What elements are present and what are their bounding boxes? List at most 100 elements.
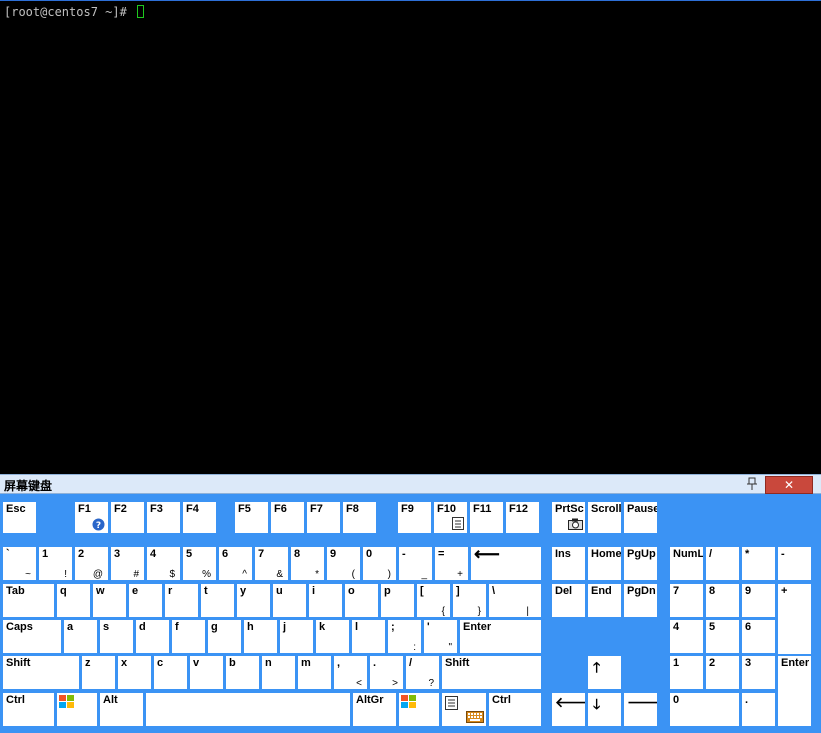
key-num-3[interactable]: 3 xyxy=(742,656,775,689)
key-num-7[interactable]: 7 xyxy=(670,584,703,617)
key-4[interactable]: 4 $ xyxy=(147,547,180,580)
key-pause[interactable]: Pause xyxy=(624,502,657,533)
key-win-left[interactable] xyxy=(57,693,97,726)
key-f4[interactable]: F4 xyxy=(183,502,216,533)
key-lbracket[interactable]: [{ xyxy=(417,584,450,617)
key-f12[interactable]: F12 xyxy=(506,502,539,533)
key-t[interactable]: t xyxy=(201,584,234,617)
key-f[interactable]: f xyxy=(172,620,205,653)
key-q[interactable]: q xyxy=(57,584,90,617)
key-x[interactable]: x xyxy=(118,656,151,689)
key-num-divide[interactable]: / xyxy=(706,547,739,580)
key-l[interactable]: l xyxy=(352,620,385,653)
key-ctrl-right[interactable]: Ctrl xyxy=(489,693,541,726)
key-scroll[interactable]: Scroll xyxy=(588,502,621,533)
key-7[interactable]: 7 & xyxy=(255,547,288,580)
key-y[interactable]: y xyxy=(237,584,270,617)
key-i[interactable]: i xyxy=(309,584,342,617)
key-esc[interactable]: Esc xyxy=(3,502,36,533)
key-quote[interactable]: ' " xyxy=(424,620,457,653)
key-d[interactable]: d xyxy=(136,620,169,653)
key-9[interactable]: 9( xyxy=(327,547,360,580)
key-num-0[interactable]: 0 xyxy=(670,693,739,726)
key-altgr[interactable]: AltGr xyxy=(353,693,396,726)
key-f6[interactable]: F6 xyxy=(271,502,304,533)
key-minus[interactable]: - _ xyxy=(399,547,432,580)
key-3[interactable]: 3 # xyxy=(111,547,144,580)
close-button[interactable]: ✕ xyxy=(765,476,813,494)
key-num-2[interactable]: 2 xyxy=(706,656,739,689)
key-o[interactable]: o xyxy=(345,584,378,617)
key-a[interactable]: a xyxy=(64,620,97,653)
key-prtsc[interactable]: PrtSc xyxy=(552,502,585,533)
key-arrow-up[interactable]: 🡑 xyxy=(588,656,621,689)
key-num-4[interactable]: 4 xyxy=(670,620,703,653)
key-tab[interactable]: Tab xyxy=(3,584,54,617)
key-num-8[interactable]: 8 xyxy=(706,584,739,617)
key-num-enter[interactable]: Enter xyxy=(778,656,811,726)
key-ctrl-left[interactable]: Ctrl xyxy=(3,693,54,726)
pin-icon[interactable] xyxy=(744,476,760,492)
key-home[interactable]: Home xyxy=(588,547,621,580)
key-e[interactable]: e xyxy=(129,584,162,617)
key-f8[interactable]: F8 xyxy=(343,502,376,533)
key-num-multiply[interactable]: * xyxy=(742,547,775,580)
key-ins[interactable]: Ins xyxy=(552,547,585,580)
key-shift-right[interactable]: Shift xyxy=(442,656,541,689)
key-menu[interactable] xyxy=(442,693,486,726)
key-num-1[interactable]: 1 xyxy=(670,656,703,689)
key-j[interactable]: j xyxy=(280,620,313,653)
key-semicolon[interactable]: ;: xyxy=(388,620,421,653)
key-num-decimal[interactable]: . xyxy=(742,693,775,726)
key-2[interactable]: 2 @ xyxy=(75,547,108,580)
terminal-window[interactable]: [root@centos7 ~]# xyxy=(0,0,821,474)
key-z[interactable]: z xyxy=(82,656,115,689)
key-h[interactable]: h xyxy=(244,620,277,653)
key-g[interactable]: g xyxy=(208,620,241,653)
key-f2[interactable]: F2 xyxy=(111,502,144,533)
key-backspace[interactable]: ⟵ xyxy=(471,547,541,580)
key-rbracket[interactable]: ]} xyxy=(453,584,486,617)
key-v[interactable]: v xyxy=(190,656,223,689)
key-6[interactable]: 6 ^ xyxy=(219,547,252,580)
key-s[interactable]: s xyxy=(100,620,133,653)
key-k[interactable]: k xyxy=(316,620,349,653)
key-backslash[interactable]: \ | xyxy=(489,584,541,617)
key-5[interactable]: 5% xyxy=(183,547,216,580)
key-f9[interactable]: F9 xyxy=(398,502,431,533)
key-f5[interactable]: F5 xyxy=(235,502,268,533)
key-pgup[interactable]: PgUp xyxy=(624,547,657,580)
key-del[interactable]: Del xyxy=(552,584,585,617)
key-equal[interactable]: = + xyxy=(435,547,468,580)
key-1[interactable]: 1! xyxy=(39,547,72,580)
key-caps[interactable]: Caps xyxy=(3,620,61,653)
key-period[interactable]: . > xyxy=(370,656,403,689)
key-arrow-left[interactable]: 🡐 xyxy=(552,693,585,726)
key-8[interactable]: 8 * xyxy=(291,547,324,580)
key-enter[interactable]: Enter xyxy=(460,620,541,653)
key-numlock[interactable]: NumL xyxy=(670,547,703,580)
key-p[interactable]: p xyxy=(381,584,414,617)
key-num-5[interactable]: 5 xyxy=(706,620,739,653)
key-backtick[interactable]: ` ~ xyxy=(3,547,36,580)
key-slash[interactable]: /? xyxy=(406,656,439,689)
key-f11[interactable]: F11 xyxy=(470,502,503,533)
key-num-9[interactable]: 9 xyxy=(742,584,775,617)
key-c[interactable]: c xyxy=(154,656,187,689)
key-b[interactable]: b xyxy=(226,656,259,689)
key-pgdn[interactable]: PgDn xyxy=(624,584,657,617)
key-u[interactable]: u xyxy=(273,584,306,617)
key-arrow-down[interactable]: 🡓 xyxy=(588,693,621,726)
key-num-subtract[interactable]: - xyxy=(778,547,811,580)
key-f1[interactable]: F1 ? xyxy=(75,502,108,533)
key-n[interactable]: n xyxy=(262,656,295,689)
key-win-right[interactable] xyxy=(399,693,439,726)
key-end[interactable]: End xyxy=(588,584,621,617)
key-f7[interactable]: F7 xyxy=(307,502,340,533)
key-alt[interactable]: Alt xyxy=(100,693,143,726)
key-num-6[interactable]: 6 xyxy=(742,620,775,653)
key-w[interactable]: w xyxy=(93,584,126,617)
key-0[interactable]: 0) xyxy=(363,547,396,580)
key-num-add[interactable]: + xyxy=(778,584,811,654)
key-f10[interactable]: F10 xyxy=(434,502,467,533)
